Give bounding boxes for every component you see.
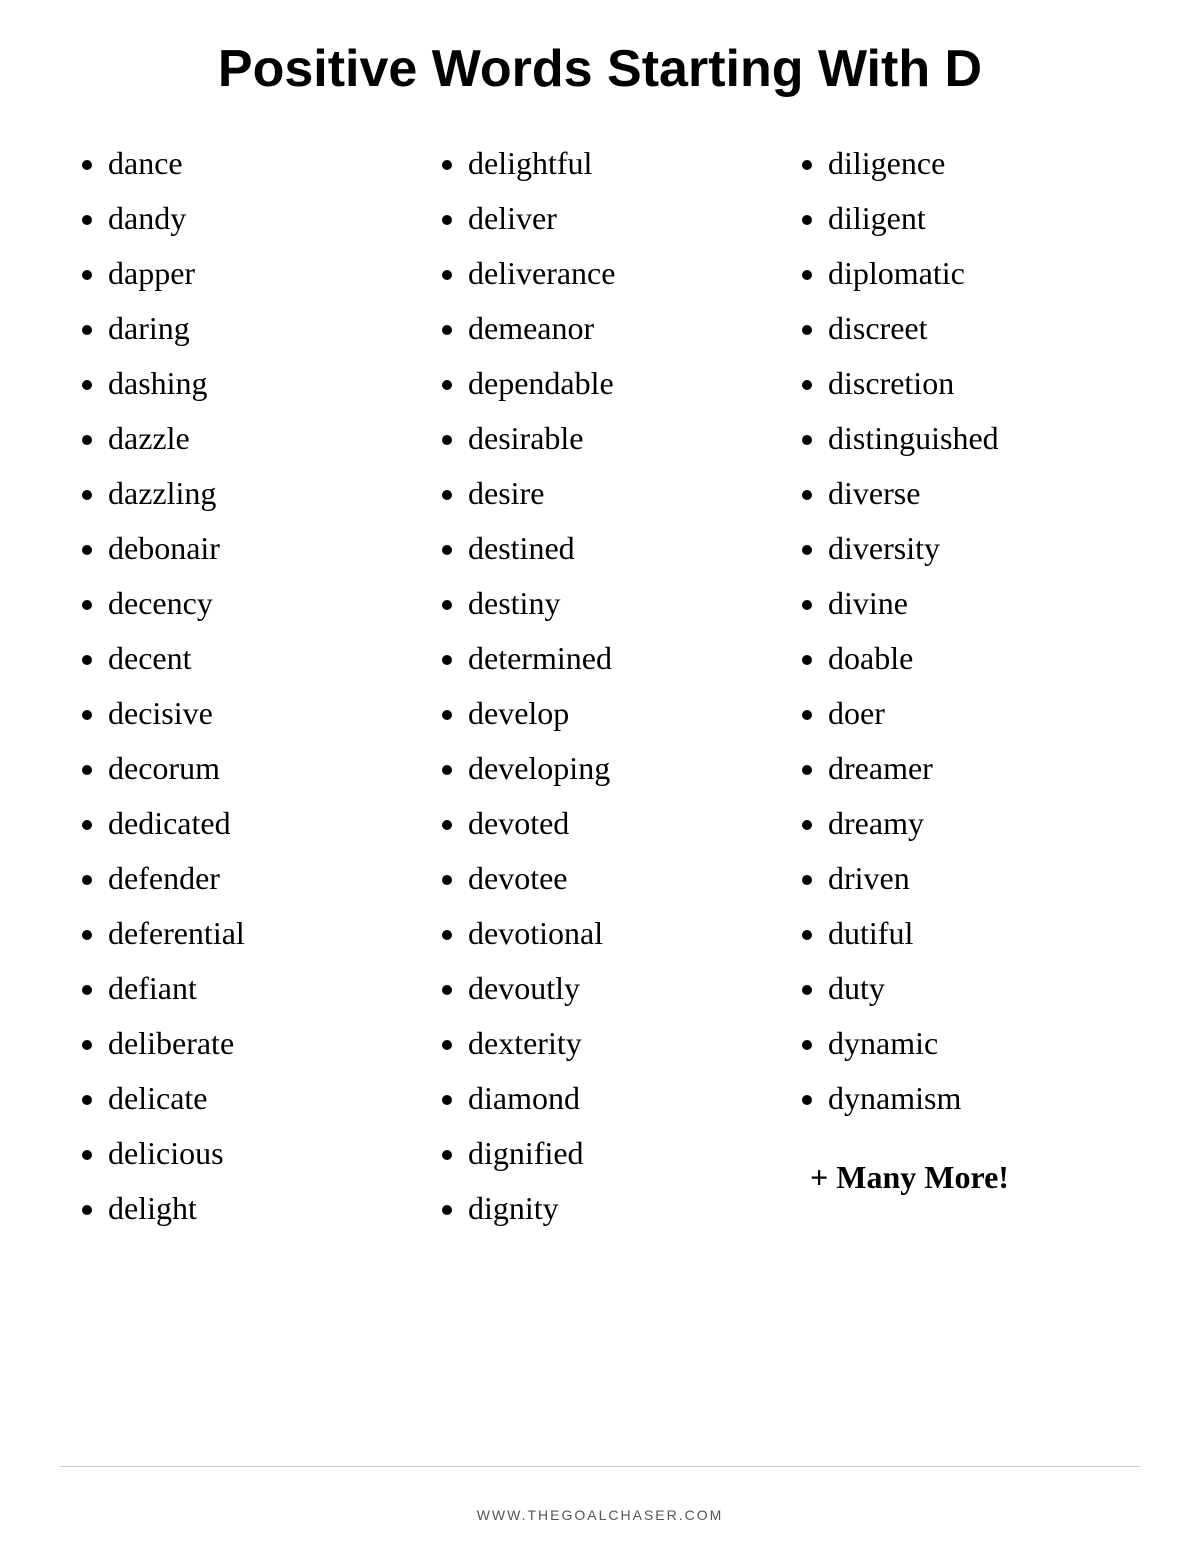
list-item: dignified <box>468 1126 760 1181</box>
list-item: delicious <box>108 1126 400 1181</box>
list-item: doable <box>828 631 1120 686</box>
list-item: determined <box>468 631 760 686</box>
list-item: decorum <box>108 741 400 796</box>
list-item: destiny <box>468 576 760 631</box>
list-item: delicate <box>108 1071 400 1126</box>
list-item: dandy <box>108 191 400 246</box>
list-item: dazzling <box>108 466 400 521</box>
page-title: Positive Words Starting With D <box>218 40 982 100</box>
list-item: daring <box>108 301 400 356</box>
list-item: devoted <box>468 796 760 851</box>
footer-url: WWW.THEGOALCHASER.COM <box>477 1507 724 1523</box>
word-list-3: diligencediligentdiplomaticdiscreetdiscr… <box>800 136 1120 1127</box>
list-item: dashing <box>108 356 400 411</box>
word-list-1: dancedandydapperdaringdashingdazzledazzl… <box>80 136 400 1237</box>
list-item: deliverance <box>468 246 760 301</box>
list-item: dreamer <box>828 741 1120 796</box>
list-item: devotee <box>468 851 760 906</box>
list-item: decency <box>108 576 400 631</box>
footer-divider <box>60 1466 1140 1467</box>
list-item: dreamy <box>828 796 1120 851</box>
list-item: discretion <box>828 356 1120 411</box>
list-item: diverse <box>828 466 1120 521</box>
list-item: dynamic <box>828 1016 1120 1071</box>
list-item: decent <box>108 631 400 686</box>
list-item: delight <box>108 1181 400 1236</box>
list-item: dedicated <box>108 796 400 851</box>
list-item: delightful <box>468 136 760 191</box>
list-item: dependable <box>468 356 760 411</box>
list-item: diligence <box>828 136 1120 191</box>
list-item: debonair <box>108 521 400 576</box>
list-item: diamond <box>468 1071 760 1126</box>
column-2: delightfuldeliverdeliverancedemeanordepe… <box>420 136 780 1466</box>
word-columns: dancedandydapperdaringdashingdazzledazzl… <box>60 136 1140 1466</box>
list-item: devoutly <box>468 961 760 1016</box>
list-item: dutiful <box>828 906 1120 961</box>
list-item: desirable <box>468 411 760 466</box>
column-1: dancedandydapperdaringdashingdazzledazzl… <box>60 136 420 1466</box>
list-item: dignity <box>468 1181 760 1236</box>
list-item: decisive <box>108 686 400 741</box>
list-item: devotional <box>468 906 760 961</box>
list-item: diligent <box>828 191 1120 246</box>
list-item: duty <box>828 961 1120 1016</box>
list-item: divine <box>828 576 1120 631</box>
list-item: driven <box>828 851 1120 906</box>
list-item: developing <box>468 741 760 796</box>
list-item: dexterity <box>468 1016 760 1071</box>
list-item: dance <box>108 136 400 191</box>
word-list-2: delightfuldeliverdeliverancedemeanordepe… <box>440 136 760 1237</box>
list-item: dapper <box>108 246 400 301</box>
list-item: deliberate <box>108 1016 400 1071</box>
list-item: discreet <box>828 301 1120 356</box>
list-item: destined <box>468 521 760 576</box>
list-item: distinguished <box>828 411 1120 466</box>
list-item: desire <box>468 466 760 521</box>
list-item: develop <box>468 686 760 741</box>
list-item: dazzle <box>108 411 400 466</box>
more-text: + Many More! <box>800 1150 1120 1205</box>
list-item: doer <box>828 686 1120 741</box>
list-item: demeanor <box>468 301 760 356</box>
column-3: diligencediligentdiplomaticdiscreetdiscr… <box>780 136 1140 1466</box>
list-item: deferential <box>108 906 400 961</box>
list-item: defiant <box>108 961 400 1016</box>
list-item: dynamism <box>828 1071 1120 1126</box>
list-item: diversity <box>828 521 1120 576</box>
list-item: diplomatic <box>828 246 1120 301</box>
list-item: deliver <box>468 191 760 246</box>
list-item: defender <box>108 851 400 906</box>
